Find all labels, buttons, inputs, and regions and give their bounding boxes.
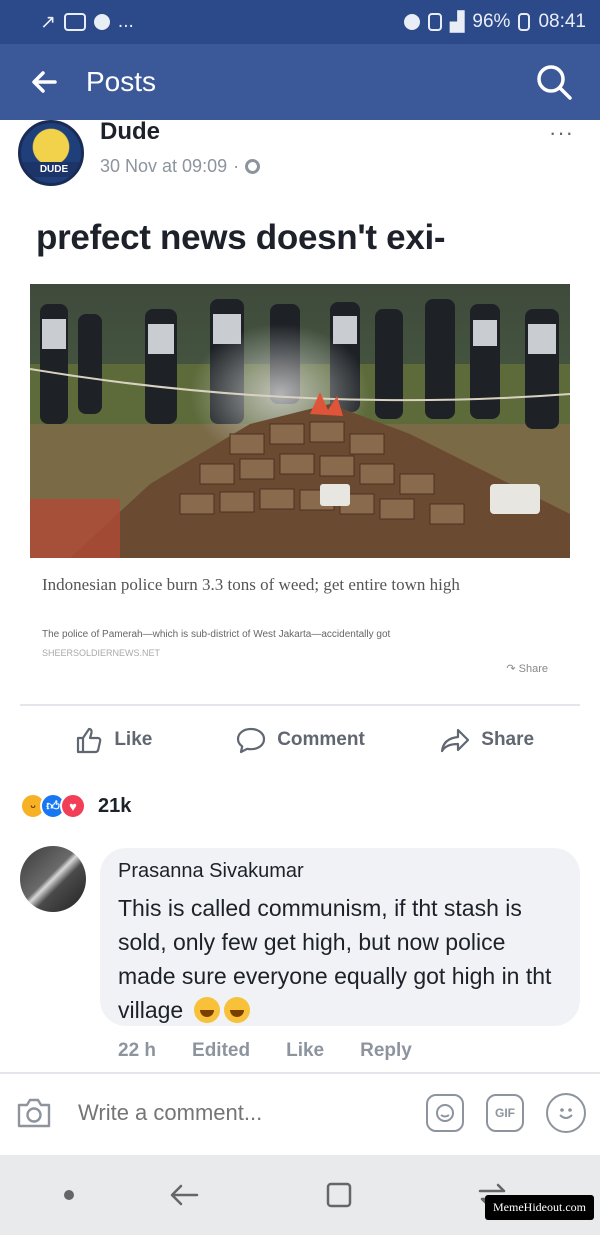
watermark: MemeHideout.com <box>485 1195 594 1220</box>
comment-like-button[interactable]: Like <box>286 1040 324 1062</box>
comment-text: This is called communism, if tht stash i… <box>118 895 552 1023</box>
link-share-label: Share <box>518 663 548 675</box>
mail-icon <box>63 13 86 31</box>
clock: 08:41 <box>538 11 586 32</box>
sticker-icon[interactable] <box>426 1094 464 1132</box>
missed-call-icon: ↗ <box>40 11 56 33</box>
link-title[interactable]: Indonesian police burn 3.3 tons of weed;… <box>42 574 562 595</box>
share-button[interactable]: Share <box>393 725 580 755</box>
nav-back-button[interactable] <box>107 1180 261 1210</box>
reactions-summary[interactable]: ᵕ 👍︎ ♥ 21k <box>20 786 131 826</box>
status-bar: ↗ ... ▟ 96% 08:41 <box>0 0 600 44</box>
comment-edited[interactable]: Edited <box>192 1040 250 1062</box>
nav-dot-item <box>30 1190 107 1200</box>
signal-icon: ▟ <box>449 11 465 33</box>
link-share-button[interactable]: ↷ Share <box>506 662 548 675</box>
comment-bubble: Prasanna Sivakumar This is called commun… <box>100 848 580 1026</box>
post-text: prefect news doesn't exi- <box>36 218 446 257</box>
page-title: Posts <box>86 66 157 97</box>
comment-author[interactable]: Prasanna Sivakumar <box>118 860 562 883</box>
love-reaction-icon: ♥ <box>60 793 86 819</box>
nav-back-icon <box>171 1184 199 1206</box>
comment-button[interactable]: Comment <box>207 725 394 755</box>
composer-tools: GIF <box>426 1093 586 1133</box>
comment-reply-button[interactable]: Reply <box>360 1040 412 1062</box>
camera-icon[interactable] <box>14 1093 54 1133</box>
messenger-icon <box>93 14 110 30</box>
link-source: SHEERSOLDIERNEWS.NET <box>42 648 161 658</box>
app-bar: Posts <box>0 44 600 120</box>
sync-icon <box>403 14 420 30</box>
nav-home-icon <box>326 1182 351 1208</box>
comment-composer: GIF <box>0 1072 600 1152</box>
back-arrow-icon[interactable] <box>24 62 64 102</box>
comment-text-wrap: This is called communism, if tht stash i… <box>118 891 558 1027</box>
link-image[interactable] <box>30 284 570 558</box>
system-icons: ▟ 96% 08:41 <box>403 11 586 34</box>
link-preview[interactable]: Indonesian police burn 3.3 tons of weed;… <box>30 284 570 684</box>
like-button[interactable]: Like <box>20 725 207 755</box>
link-description: The police of Pamerah—which is sub-distr… <box>42 629 391 640</box>
post-actions: Like Comment Share <box>20 712 580 768</box>
commenter-avatar[interactable] <box>20 846 86 912</box>
battery-percent: 96% <box>472 11 511 32</box>
post-author[interactable]: Dude <box>100 118 160 146</box>
comment-meta: 22 h Edited Like Reply <box>118 1040 412 1062</box>
post-timestamp[interactable]: 30 Nov at 09:09 <box>100 156 227 177</box>
share-icon <box>441 728 470 753</box>
laughing-emoji-icon <box>193 997 220 1023</box>
divider <box>20 704 580 706</box>
comment-label: Comment <box>277 729 365 750</box>
nfc-icon <box>427 13 442 31</box>
reaction-count: 21k <box>98 794 132 817</box>
emoji-icon[interactable] <box>546 1093 586 1133</box>
comment-input[interactable] <box>78 1100 378 1126</box>
gif-icon[interactable]: GIF <box>486 1094 524 1132</box>
avatar-badge: DUDE <box>21 162 81 177</box>
battery-icon <box>518 13 531 31</box>
search-icon[interactable] <box>532 60 576 104</box>
post-meta: 30 Nov at 09:09 · <box>100 156 261 177</box>
nav-home-button[interactable] <box>261 1180 415 1210</box>
comment-time: 22 h <box>118 1040 157 1061</box>
share-label: Share <box>481 729 535 750</box>
post-header: DUDE Dude 30 Nov at 09:09 · ··· <box>18 118 582 188</box>
thumbs-up-icon <box>77 727 102 754</box>
like-label: Like <box>114 729 153 750</box>
laughing-emoji-icon <box>223 997 250 1023</box>
privacy-icon <box>245 159 261 174</box>
overflow-notifications: ... <box>117 11 134 32</box>
page-avatar[interactable]: DUDE <box>18 120 84 186</box>
notification-icons: ↗ ... <box>40 11 134 34</box>
comment-icon <box>237 727 266 754</box>
nav-indicator-dot <box>63 1190 74 1200</box>
more-options-icon[interactable]: ··· <box>549 120 574 146</box>
